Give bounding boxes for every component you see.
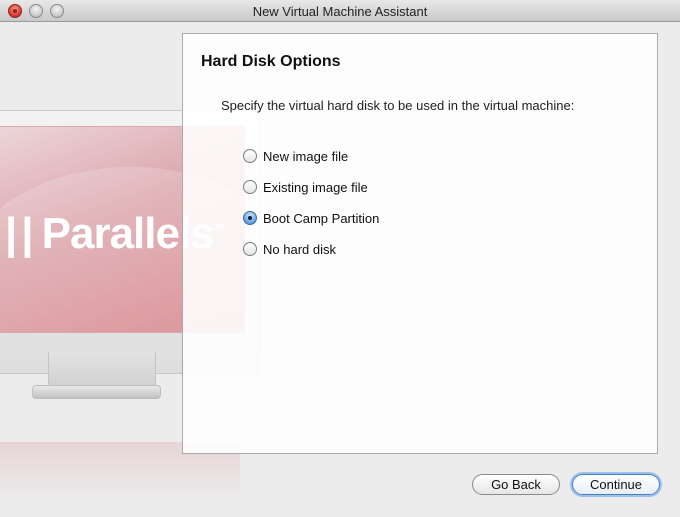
go-back-button[interactable]: Go Back <box>472 474 560 495</box>
instructions-text: Specify the virtual hard disk to be used… <box>221 98 575 113</box>
radio-existing-image-file[interactable]: Existing image file <box>243 178 368 196</box>
continue-button[interactable]: Continue <box>572 474 660 495</box>
window-title: New Virtual Machine Assistant <box>252 4 428 19</box>
page-title: Hard Disk Options <box>201 53 341 70</box>
radio-label: No hard disk <box>263 241 336 257</box>
radio-boot-camp-partition[interactable]: Boot Camp Partition <box>243 209 379 227</box>
radio-button-icon[interactable] <box>243 149 257 163</box>
radio-selected-icon[interactable] <box>243 211 257 225</box>
radio-no-hard-disk[interactable]: No hard disk <box>243 240 336 258</box>
radio-button-icon[interactable] <box>243 180 257 194</box>
radio-button-icon[interactable] <box>243 242 257 256</box>
title-bar[interactable]: New Virtual Machine Assistant <box>0 0 680 22</box>
radio-label: Existing image file <box>263 179 368 195</box>
radio-label: Boot Camp Partition <box>263 210 380 226</box>
radio-new-image-file[interactable]: New image file <box>243 147 348 165</box>
radio-label: New image file <box>263 148 349 164</box>
options-panel: Hard Disk Options Specify the virtual ha… <box>182 33 658 454</box>
monitor-foot <box>32 385 161 399</box>
